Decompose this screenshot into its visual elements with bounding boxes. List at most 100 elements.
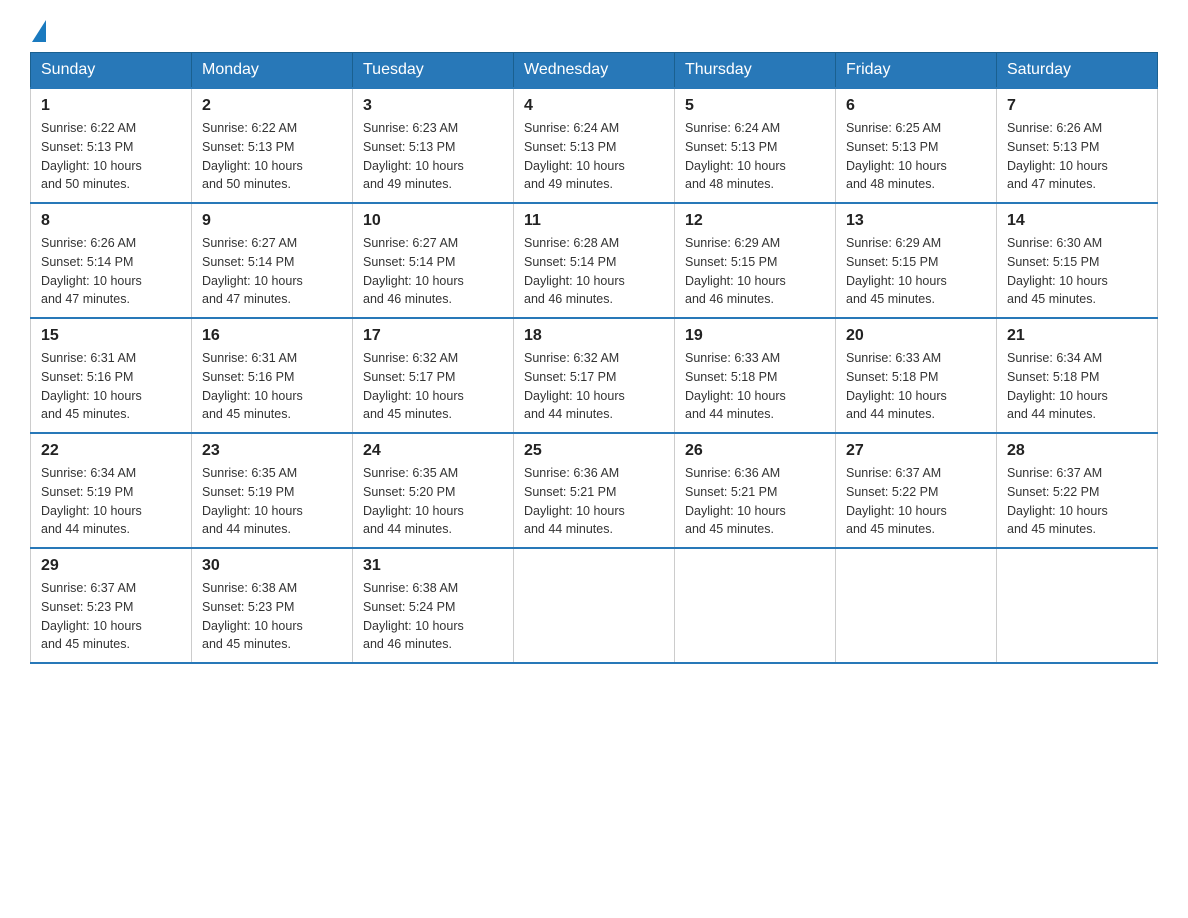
day-info: Sunrise: 6:33 AMSunset: 5:18 PMDaylight:…	[846, 351, 947, 421]
day-number: 5	[685, 97, 825, 115]
day-number: 20	[846, 327, 986, 345]
calendar-week-row: 8 Sunrise: 6:26 AMSunset: 5:14 PMDayligh…	[31, 203, 1158, 318]
calendar-day-cell: 27 Sunrise: 6:37 AMSunset: 5:22 PMDaylig…	[836, 433, 997, 548]
day-info: Sunrise: 6:22 AMSunset: 5:13 PMDaylight:…	[202, 121, 303, 191]
day-number: 16	[202, 327, 342, 345]
day-info: Sunrise: 6:37 AMSunset: 5:22 PMDaylight:…	[1007, 466, 1108, 536]
day-info: Sunrise: 6:25 AMSunset: 5:13 PMDaylight:…	[846, 121, 947, 191]
calendar-day-cell: 25 Sunrise: 6:36 AMSunset: 5:21 PMDaylig…	[514, 433, 675, 548]
logo-triangle-icon	[32, 20, 46, 42]
calendar-day-cell: 23 Sunrise: 6:35 AMSunset: 5:19 PMDaylig…	[192, 433, 353, 548]
day-info: Sunrise: 6:35 AMSunset: 5:19 PMDaylight:…	[202, 466, 303, 536]
calendar-day-cell: 15 Sunrise: 6:31 AMSunset: 5:16 PMDaylig…	[31, 318, 192, 433]
calendar-header-row: Sunday Monday Tuesday Wednesday Thursday…	[31, 53, 1158, 89]
day-number: 24	[363, 442, 503, 460]
day-number: 2	[202, 97, 342, 115]
day-info: Sunrise: 6:27 AMSunset: 5:14 PMDaylight:…	[363, 236, 464, 306]
day-number: 14	[1007, 212, 1147, 230]
day-number: 11	[524, 212, 664, 230]
day-info: Sunrise: 6:27 AMSunset: 5:14 PMDaylight:…	[202, 236, 303, 306]
day-info: Sunrise: 6:23 AMSunset: 5:13 PMDaylight:…	[363, 121, 464, 191]
day-number: 6	[846, 97, 986, 115]
day-info: Sunrise: 6:29 AMSunset: 5:15 PMDaylight:…	[846, 236, 947, 306]
calendar-day-cell	[514, 548, 675, 663]
calendar-day-cell: 5 Sunrise: 6:24 AMSunset: 5:13 PMDayligh…	[675, 88, 836, 203]
day-number: 15	[41, 327, 181, 345]
day-info: Sunrise: 6:26 AMSunset: 5:13 PMDaylight:…	[1007, 121, 1108, 191]
day-number: 19	[685, 327, 825, 345]
day-info: Sunrise: 6:29 AMSunset: 5:15 PMDaylight:…	[685, 236, 786, 306]
day-info: Sunrise: 6:34 AMSunset: 5:18 PMDaylight:…	[1007, 351, 1108, 421]
day-number: 22	[41, 442, 181, 460]
day-number: 8	[41, 212, 181, 230]
calendar-day-cell: 8 Sunrise: 6:26 AMSunset: 5:14 PMDayligh…	[31, 203, 192, 318]
day-info: Sunrise: 6:33 AMSunset: 5:18 PMDaylight:…	[685, 351, 786, 421]
day-number: 29	[41, 557, 181, 575]
col-tuesday: Tuesday	[353, 53, 514, 89]
day-info: Sunrise: 6:34 AMSunset: 5:19 PMDaylight:…	[41, 466, 142, 536]
logo	[30, 20, 48, 42]
col-saturday: Saturday	[997, 53, 1158, 89]
day-number: 21	[1007, 327, 1147, 345]
calendar-day-cell: 1 Sunrise: 6:22 AMSunset: 5:13 PMDayligh…	[31, 88, 192, 203]
col-sunday: Sunday	[31, 53, 192, 89]
calendar-day-cell: 4 Sunrise: 6:24 AMSunset: 5:13 PMDayligh…	[514, 88, 675, 203]
day-number: 30	[202, 557, 342, 575]
day-number: 31	[363, 557, 503, 575]
calendar-day-cell: 29 Sunrise: 6:37 AMSunset: 5:23 PMDaylig…	[31, 548, 192, 663]
day-number: 1	[41, 97, 181, 115]
col-wednesday: Wednesday	[514, 53, 675, 89]
col-monday: Monday	[192, 53, 353, 89]
calendar-day-cell: 22 Sunrise: 6:34 AMSunset: 5:19 PMDaylig…	[31, 433, 192, 548]
calendar-day-cell	[836, 548, 997, 663]
calendar-body: 1 Sunrise: 6:22 AMSunset: 5:13 PMDayligh…	[31, 88, 1158, 663]
calendar-day-cell: 6 Sunrise: 6:25 AMSunset: 5:13 PMDayligh…	[836, 88, 997, 203]
day-number: 9	[202, 212, 342, 230]
day-number: 23	[202, 442, 342, 460]
day-info: Sunrise: 6:22 AMSunset: 5:13 PMDaylight:…	[41, 121, 142, 191]
day-info: Sunrise: 6:31 AMSunset: 5:16 PMDaylight:…	[202, 351, 303, 421]
calendar-week-row: 1 Sunrise: 6:22 AMSunset: 5:13 PMDayligh…	[31, 88, 1158, 203]
calendar-day-cell: 19 Sunrise: 6:33 AMSunset: 5:18 PMDaylig…	[675, 318, 836, 433]
calendar-day-cell: 11 Sunrise: 6:28 AMSunset: 5:14 PMDaylig…	[514, 203, 675, 318]
day-number: 25	[524, 442, 664, 460]
day-number: 4	[524, 97, 664, 115]
col-thursday: Thursday	[675, 53, 836, 89]
calendar-week-row: 15 Sunrise: 6:31 AMSunset: 5:16 PMDaylig…	[31, 318, 1158, 433]
calendar-day-cell: 24 Sunrise: 6:35 AMSunset: 5:20 PMDaylig…	[353, 433, 514, 548]
day-info: Sunrise: 6:36 AMSunset: 5:21 PMDaylight:…	[524, 466, 625, 536]
calendar-table: Sunday Monday Tuesday Wednesday Thursday…	[30, 52, 1158, 664]
col-friday: Friday	[836, 53, 997, 89]
calendar-day-cell: 3 Sunrise: 6:23 AMSunset: 5:13 PMDayligh…	[353, 88, 514, 203]
day-number: 13	[846, 212, 986, 230]
day-info: Sunrise: 6:28 AMSunset: 5:14 PMDaylight:…	[524, 236, 625, 306]
day-number: 27	[846, 442, 986, 460]
day-info: Sunrise: 6:37 AMSunset: 5:23 PMDaylight:…	[41, 581, 142, 651]
calendar-day-cell: 9 Sunrise: 6:27 AMSunset: 5:14 PMDayligh…	[192, 203, 353, 318]
calendar-day-cell: 16 Sunrise: 6:31 AMSunset: 5:16 PMDaylig…	[192, 318, 353, 433]
calendar-day-cell: 13 Sunrise: 6:29 AMSunset: 5:15 PMDaylig…	[836, 203, 997, 318]
calendar-day-cell: 10 Sunrise: 6:27 AMSunset: 5:14 PMDaylig…	[353, 203, 514, 318]
calendar-day-cell	[675, 548, 836, 663]
day-info: Sunrise: 6:26 AMSunset: 5:14 PMDaylight:…	[41, 236, 142, 306]
day-info: Sunrise: 6:37 AMSunset: 5:22 PMDaylight:…	[846, 466, 947, 536]
day-info: Sunrise: 6:32 AMSunset: 5:17 PMDaylight:…	[524, 351, 625, 421]
calendar-week-row: 29 Sunrise: 6:37 AMSunset: 5:23 PMDaylig…	[31, 548, 1158, 663]
day-number: 10	[363, 212, 503, 230]
day-number: 18	[524, 327, 664, 345]
calendar-day-cell: 28 Sunrise: 6:37 AMSunset: 5:22 PMDaylig…	[997, 433, 1158, 548]
calendar-day-cell: 30 Sunrise: 6:38 AMSunset: 5:23 PMDaylig…	[192, 548, 353, 663]
calendar-day-cell: 31 Sunrise: 6:38 AMSunset: 5:24 PMDaylig…	[353, 548, 514, 663]
day-info: Sunrise: 6:38 AMSunset: 5:23 PMDaylight:…	[202, 581, 303, 651]
calendar-day-cell: 26 Sunrise: 6:36 AMSunset: 5:21 PMDaylig…	[675, 433, 836, 548]
day-info: Sunrise: 6:32 AMSunset: 5:17 PMDaylight:…	[363, 351, 464, 421]
day-info: Sunrise: 6:38 AMSunset: 5:24 PMDaylight:…	[363, 581, 464, 651]
calendar-day-cell: 14 Sunrise: 6:30 AMSunset: 5:15 PMDaylig…	[997, 203, 1158, 318]
day-number: 17	[363, 327, 503, 345]
day-number: 26	[685, 442, 825, 460]
calendar-day-cell: 12 Sunrise: 6:29 AMSunset: 5:15 PMDaylig…	[675, 203, 836, 318]
calendar-day-cell	[997, 548, 1158, 663]
day-info: Sunrise: 6:30 AMSunset: 5:15 PMDaylight:…	[1007, 236, 1108, 306]
page-header	[30, 20, 1158, 42]
calendar-day-cell: 2 Sunrise: 6:22 AMSunset: 5:13 PMDayligh…	[192, 88, 353, 203]
